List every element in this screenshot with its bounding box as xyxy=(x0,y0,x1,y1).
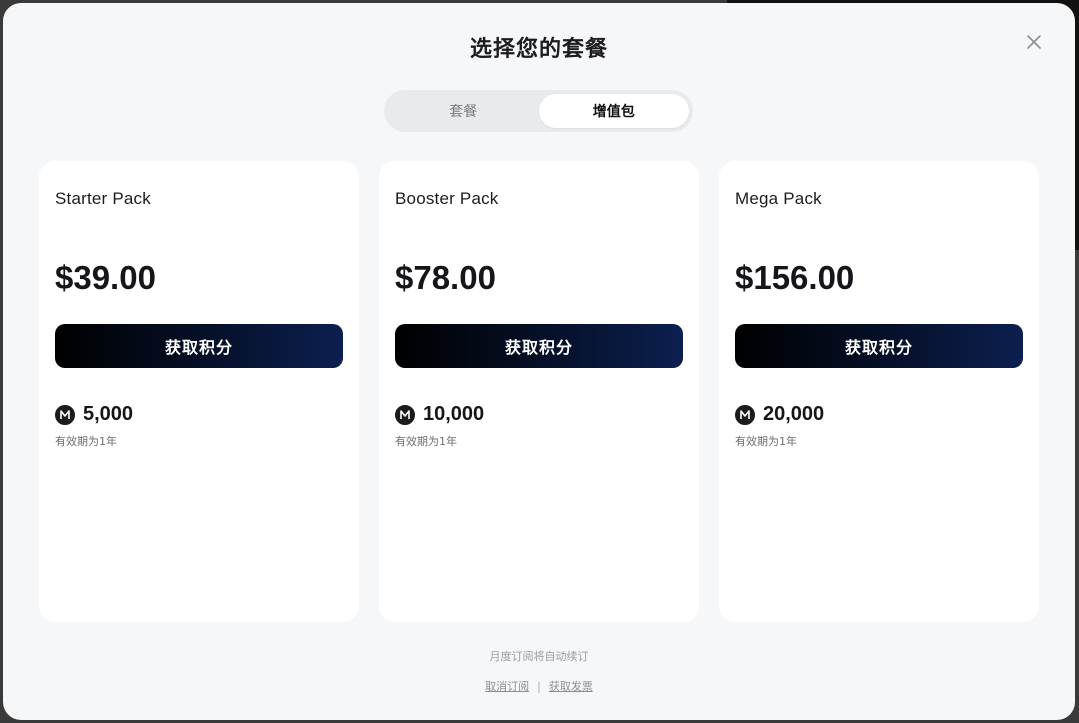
close-icon xyxy=(1027,35,1041,49)
pack-card-starter: Starter Pack $39.00 获取积分 5,000 有效期为1年 xyxy=(39,161,359,622)
pack-price: $156.00 xyxy=(735,259,855,296)
pack-price: $39.00 xyxy=(55,259,156,296)
m-coin-icon xyxy=(395,404,415,425)
get-credits-button[interactable]: 获取积分 xyxy=(395,324,683,368)
credits-amount: 5,000 xyxy=(83,403,134,425)
cancel-subscription-link[interactable]: 取消订阅 xyxy=(485,678,529,694)
m-coin-icon xyxy=(735,404,755,425)
pack-cards: Starter Pack $39.00 获取积分 5,000 有效期为1年 Bo… xyxy=(39,161,1039,622)
footer-links: 取消订阅 | 获取发票 xyxy=(3,678,1075,694)
get-credits-button[interactable]: 获取积分 xyxy=(735,324,1023,368)
credits-amount: 10,000 xyxy=(423,403,485,425)
pack-price: $78.00 xyxy=(395,259,496,296)
tab-addon-packs[interactable]: 增值包 xyxy=(538,94,689,128)
pack-card-booster: Booster Pack $78.00 获取积分 10,000 有效期为1年 xyxy=(379,161,699,622)
pack-card-mega: Mega Pack $156.00 获取积分 20,000 有效期为1年 xyxy=(719,161,1039,622)
pack-credits: 10,000 xyxy=(395,403,484,426)
credits-amount: 20,000 xyxy=(763,403,825,425)
tab-plans[interactable]: 套餐 xyxy=(388,94,539,128)
pack-credits: 20,000 xyxy=(735,403,824,426)
modal-title: 选择您的套餐 xyxy=(469,37,608,62)
footer-separator: | xyxy=(537,679,541,693)
plan-type-tabs: 套餐 增值包 xyxy=(384,90,693,132)
get-invoice-link[interactable]: 获取发票 xyxy=(549,678,593,694)
validity-note: 有效期为1年 xyxy=(55,435,117,448)
get-credits-button[interactable]: 获取积分 xyxy=(55,324,343,368)
validity-note: 有效期为1年 xyxy=(395,435,457,448)
pack-name: Starter Pack xyxy=(55,189,151,208)
validity-note: 有效期为1年 xyxy=(735,435,797,448)
m-coin-icon xyxy=(55,404,75,425)
plan-selection-modal: 选择您的套餐 套餐 增值包 Starter Pack $39.00 获取积分 5… xyxy=(3,3,1075,720)
pack-credits: 5,000 xyxy=(55,403,133,426)
pack-name: Booster Pack xyxy=(395,189,499,208)
close-button[interactable] xyxy=(1021,29,1047,55)
auto-renew-note: 月度订阅将自动续订 xyxy=(489,650,589,663)
pack-name: Mega Pack xyxy=(735,189,822,208)
